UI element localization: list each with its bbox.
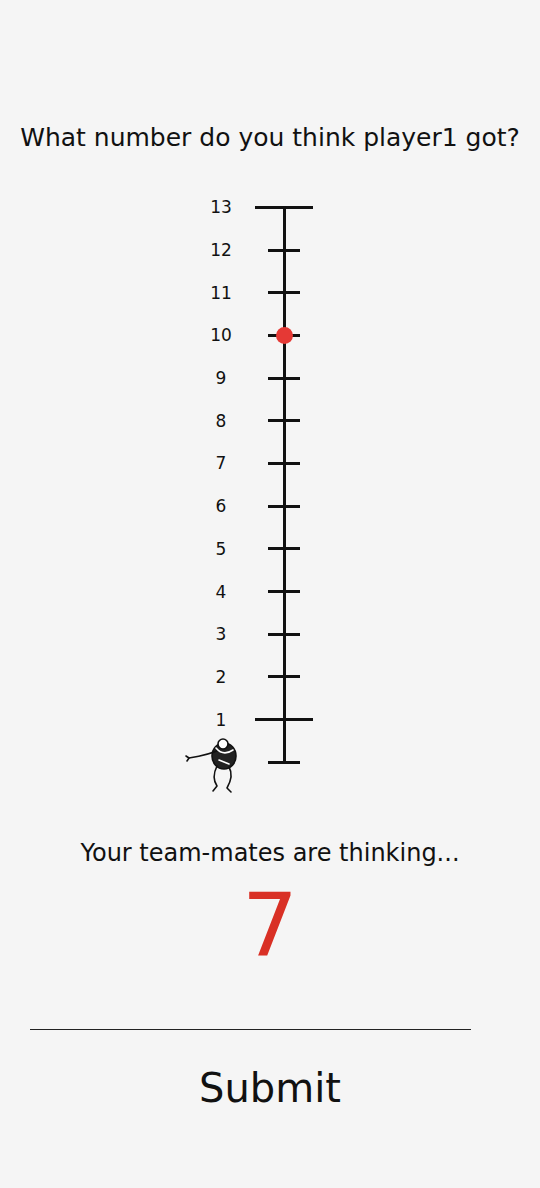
scale-tick: [255, 718, 313, 721]
scale-tick-slot[interactable]: [255, 271, 313, 314]
scale-tick-slot[interactable]: [255, 656, 313, 699]
scale-tick-slot[interactable]: [255, 485, 313, 528]
scale-label: 4: [201, 582, 241, 602]
number-scale[interactable]: 13 12 11 10 9 8 7 6 5 4 3 2 1: [201, 186, 313, 784]
scale-label: 5: [201, 539, 241, 559]
scale-tick: [268, 462, 300, 465]
scale-tick: [268, 377, 300, 380]
scale-label: 8: [201, 411, 241, 431]
scale-tick-slot[interactable]: [255, 528, 313, 571]
scale-tick: [255, 206, 313, 209]
scale-label: 9: [201, 368, 241, 388]
scale-row[interactable]: 10: [201, 314, 313, 357]
scale-tick-slot[interactable]: [255, 314, 313, 357]
scale-tick: [268, 419, 300, 422]
scale-tick-slot[interactable]: [255, 186, 313, 229]
scale-label: 3: [201, 624, 241, 644]
scale-label: 11: [201, 283, 241, 303]
scale-row[interactable]: 8: [201, 399, 313, 442]
scale-label: 10: [201, 325, 241, 345]
scale-label: 2: [201, 667, 241, 687]
divider: [30, 1029, 471, 1030]
scale-tick: [268, 505, 300, 508]
scale-label: 13: [201, 197, 241, 217]
scale-row[interactable]: 4: [201, 570, 313, 613]
scale-tick-slot[interactable]: [255, 442, 313, 485]
scale-row[interactable]: 13: [201, 186, 313, 229]
scale-tick: [268, 291, 300, 294]
scale-label: 7: [201, 453, 241, 473]
scale-row[interactable]: 12: [201, 229, 313, 272]
team-guess: 7: [242, 881, 298, 971]
scale-row[interactable]: 11: [201, 271, 313, 314]
question-text: What number do you think player1 got?: [20, 120, 520, 156]
scale-label: 12: [201, 240, 241, 260]
scale-tick-slot[interactable]: [255, 698, 313, 741]
scale-tick-slot: [255, 741, 313, 784]
player-figure-icon: [183, 736, 243, 794]
scale-row[interactable]: 2: [201, 656, 313, 699]
scale-tick: [268, 249, 300, 252]
scale-row[interactable]: 7: [201, 442, 313, 485]
scale-row[interactable]: 3: [201, 613, 313, 656]
scale-tick-slot[interactable]: [255, 357, 313, 400]
scale-tick: [268, 761, 300, 764]
team-label: Your team-mates are thinking...: [80, 838, 459, 868]
scale-tick-slot[interactable]: [255, 229, 313, 272]
scale-label: 6: [201, 496, 241, 516]
scale-tick: [268, 590, 300, 593]
scale-tick-slot[interactable]: [255, 570, 313, 613]
scale-tick: [268, 675, 300, 678]
scale-label: 1: [201, 710, 241, 730]
scale-row[interactable]: 1: [201, 698, 313, 741]
scale-row[interactable]: 9: [201, 357, 313, 400]
scale-row[interactable]: 5: [201, 528, 313, 571]
submit-button[interactable]: Submit: [187, 1063, 353, 1113]
scale-tick: [268, 633, 300, 636]
scale-tick-slot[interactable]: [255, 613, 313, 656]
scale-row[interactable]: 6: [201, 485, 313, 528]
selected-dot[interactable]: [276, 327, 293, 344]
scale-tick: [268, 547, 300, 550]
scale-tick-slot[interactable]: [255, 399, 313, 442]
